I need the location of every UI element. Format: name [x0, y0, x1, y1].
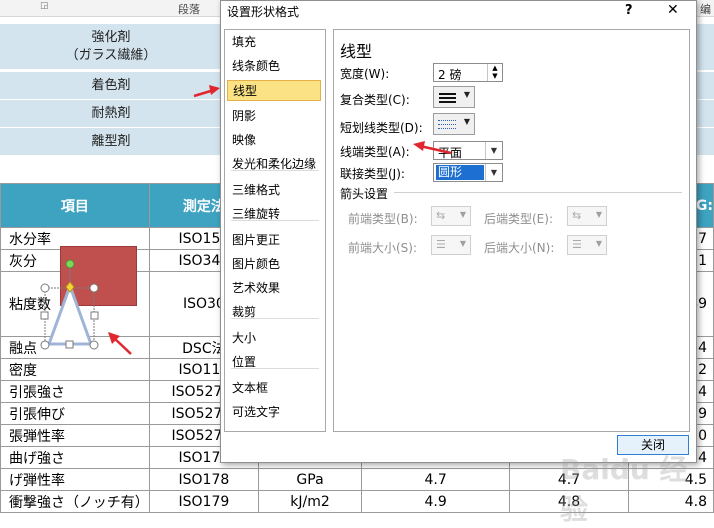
ingredient-release-agent: 離型剤 — [0, 128, 222, 156]
width-value: 2 磅 — [438, 68, 462, 82]
ingredient-heat-agent: 耐熱剤 — [0, 100, 222, 128]
table-cell: 引張強さ — [0, 380, 150, 403]
begin-size-button[interactable]: ☰ ▼ — [431, 235, 471, 255]
nav-item[interactable]: 映像 — [227, 130, 321, 151]
nav-separator — [231, 318, 319, 319]
arrow-size-icon: ☰ — [436, 238, 446, 251]
nav-separator — [231, 368, 319, 369]
nav-item[interactable]: 填充 — [227, 32, 321, 53]
dialog-title: 设置形状格式 — [227, 5, 300, 19]
end-size-button[interactable]: ☰ ▼ — [567, 235, 607, 255]
ingredient-glass-fiber: 強化剤 （ガラス繊維） — [0, 24, 222, 70]
arrow-size-icon: ☰ — [572, 238, 582, 251]
table-cell: 4.9 — [361, 490, 511, 513]
section-title: 线型 — [340, 42, 373, 61]
annotation-arrow-icon — [108, 332, 132, 355]
nav-item[interactable]: 文本框 — [227, 378, 321, 399]
nav-item[interactable]: 三维格式 — [227, 180, 321, 201]
nav-item[interactable]: 发光和柔化边缘 — [227, 154, 321, 175]
width-spinner[interactable]: 2 磅 ▲ ▼ — [433, 63, 503, 82]
arrow-settings-label: 箭头设置 — [340, 187, 389, 201]
chevron-down-icon: ▼ — [485, 142, 502, 159]
format-shape-dialog: 设置形状格式 ? ✕ 填充 线条颜色 线型 阴影 映像 发光和柔化边缘 三维格式 三维旋转 图片… — [220, 0, 697, 463]
width-label: 宽度(W): — [340, 67, 390, 81]
nav-separator — [231, 170, 319, 171]
table-cell: 張弾性率 — [0, 424, 150, 447]
compound-type-button[interactable]: ▼ — [433, 86, 475, 108]
dash-type-button[interactable]: ▼ — [433, 113, 475, 135]
begin-type-button[interactable]: ⇆ ▼ — [431, 206, 471, 226]
resize-handle[interactable] — [89, 340, 99, 350]
compound-line-icon — [439, 93, 456, 95]
rotation-handle[interactable] — [65, 259, 75, 269]
resize-handle[interactable] — [65, 340, 74, 349]
nav-item[interactable]: 图片颜色 — [227, 254, 321, 275]
ribbon-group-paragraph: 段落 — [178, 3, 200, 16]
table-cell: げ弾性率 — [0, 468, 150, 491]
category-list: 填充线条颜色线型阴影映像发光和柔化边缘 三维格式三维旋转图片更正图片颜色艺术效果裁… — [224, 29, 326, 432]
nav-item[interactable]: 线型 — [227, 80, 321, 101]
resize-handle[interactable] — [90, 311, 99, 320]
chevron-down-icon: ▼ — [595, 210, 602, 219]
nav-item[interactable]: 位置 — [227, 352, 321, 373]
cap-type-label: 线端类型(A): — [340, 145, 410, 159]
ribbon-group-edit: 编 — [700, 3, 711, 16]
end-type-button[interactable]: ⇆ ▼ — [567, 206, 607, 226]
nav-item[interactable]: 裁剪 — [227, 302, 321, 323]
join-type-value: 圆形 — [436, 165, 484, 180]
begin-size-label: 前端大小(S): — [348, 241, 418, 255]
table-cell: GPa — [258, 468, 363, 491]
nav-item[interactable]: 线条颜色 — [227, 56, 321, 77]
nav-item[interactable]: 三维旋转 — [227, 204, 321, 225]
chevron-down-icon: ▼ — [485, 164, 502, 181]
table-cell: 引張伸び — [0, 402, 150, 425]
annotation-arrow-icon — [193, 85, 220, 98]
annotation-arrow-icon — [413, 141, 452, 155]
begin-type-label: 前端类型(B): — [348, 212, 418, 226]
resize-handle[interactable] — [89, 283, 99, 293]
nav-item[interactable]: 可选文字 — [227, 402, 321, 423]
chevron-down-icon: ▼ — [463, 117, 470, 126]
table-cell: 密度 — [0, 358, 150, 381]
chevron-down-icon: ▼ — [459, 239, 466, 248]
table-cell: kJ/m2 — [258, 490, 363, 513]
chevron-down-icon: ▼ — [595, 239, 602, 248]
chevron-down-icon: ▼ — [459, 210, 466, 219]
end-type-label: 后端类型(E): — [484, 212, 553, 226]
nav-item[interactable]: 大小 — [227, 328, 321, 349]
header-item: 項目 — [0, 183, 150, 228]
dash-type-label: 短划线类型(D): — [340, 121, 423, 135]
dash-line-icon — [438, 120, 456, 121]
close-icon[interactable]: ✕ — [667, 2, 679, 18]
resize-handle[interactable] — [40, 311, 49, 320]
chevron-down-icon: ▼ — [463, 90, 470, 99]
dialog-launcher-icon[interactable]: ◲ — [40, 1, 49, 11]
help-button[interactable]: ? — [625, 3, 633, 18]
nav-item[interactable]: 艺术效果 — [227, 278, 321, 299]
arrow-style-icon: ⇆ — [572, 209, 582, 222]
table-cell: 曲げ強さ — [0, 446, 150, 469]
spin-arrows-icon[interactable]: ▲ ▼ — [487, 64, 502, 81]
nav-item[interactable]: 阴影 — [227, 106, 321, 127]
table-cell: ISO179 — [148, 490, 260, 513]
join-type-label: 联接类型(J): — [340, 167, 405, 181]
nav-item[interactable]: 图片更正 — [227, 230, 321, 251]
table-cell: 4.7 — [361, 468, 511, 491]
table-cell: 衝撃強さ（ノッチ有） — [0, 490, 150, 513]
resize-handle[interactable] — [40, 283, 50, 293]
ingredient-colorant: 着色剤 — [0, 72, 222, 100]
section-divider — [394, 192, 682, 193]
end-size-label: 后端大小(N): — [484, 241, 555, 255]
compound-type-label: 复合类型(C): — [340, 93, 410, 107]
join-type-select[interactable]: 圆形 ▼ — [433, 163, 503, 182]
nav-separator — [231, 220, 319, 221]
line-style-panel: 线型 宽度(W): 2 磅 ▲ ▼ 复合类型(C): ▼ 短划线类型(D): ▼ … — [333, 29, 690, 432]
selected-triangle-shape[interactable] — [38, 256, 102, 352]
watermark-logo: Baidu 经验 — [560, 453, 688, 526]
dialog-titlebar: 设置形状格式 ? ✕ — [221, 1, 696, 21]
arrow-style-icon: ⇆ — [436, 209, 446, 222]
table-cell: ISO178 — [148, 468, 260, 491]
resize-handle[interactable] — [40, 340, 50, 350]
